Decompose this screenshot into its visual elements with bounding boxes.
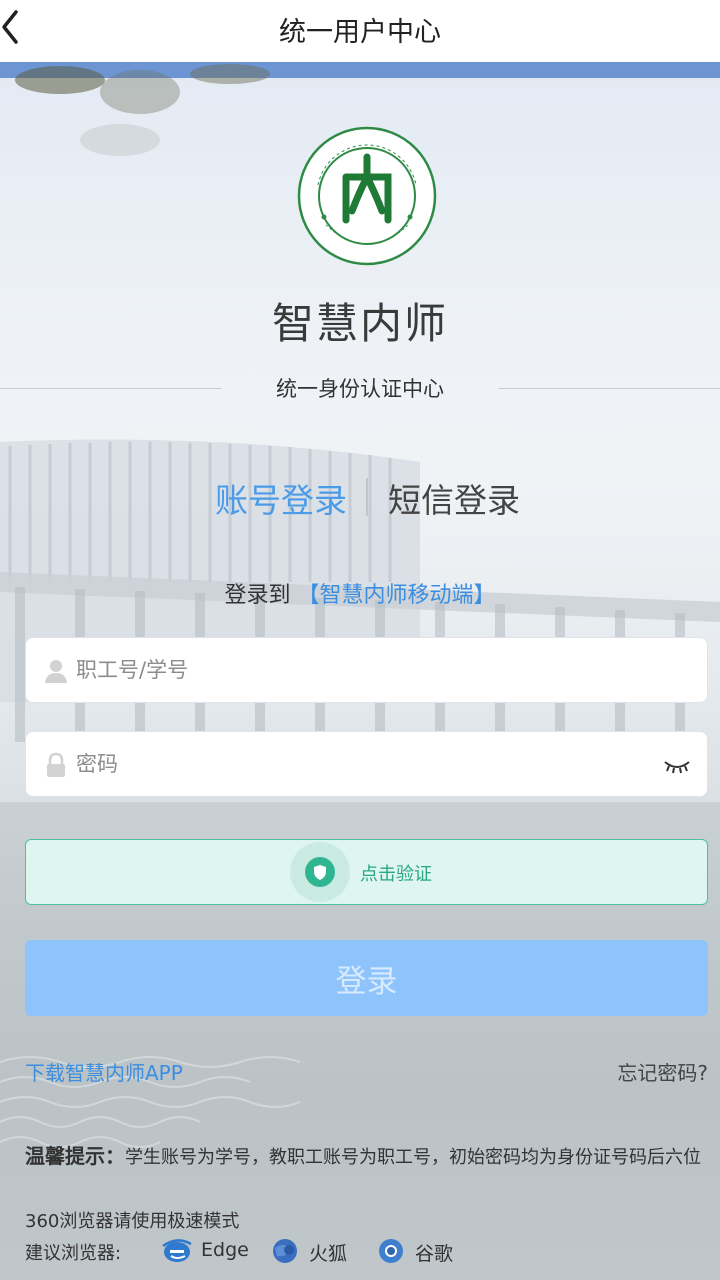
university-logo	[297, 126, 437, 266]
username-field	[25, 637, 708, 703]
login-target: 登录到 【智慧内师移动端】	[0, 577, 720, 609]
tab-account-login[interactable]: 账号登录	[215, 474, 347, 522]
password-input[interactable]	[76, 732, 636, 796]
tab-divider	[366, 478, 368, 516]
login-target-app: 【智慧内师移动端】	[297, 583, 496, 608]
download-app-link[interactable]: 下载智慧内师APP	[25, 1057, 183, 1086]
lock-icon	[47, 752, 65, 777]
user-icon	[45, 660, 67, 683]
eye-closed-icon[interactable]	[663, 754, 691, 776]
login-target-prefix: 登录到	[224, 583, 291, 608]
tips-title: 温馨提示：	[25, 1144, 125, 1168]
browser-edge-name: Edge	[201, 1239, 249, 1261]
browser-chrome-name: 谷歌	[415, 1243, 454, 1265]
tips-block: 温馨提示：学生账号为学号，教职工账号为职工号，初始密码均为身份证号码后六位	[25, 1140, 715, 1174]
forgot-password-link[interactable]: 忘记密码?	[617, 1057, 708, 1086]
tab-sms-login[interactable]: 短信登录	[388, 474, 520, 522]
browser-firefox-name: 火狐	[309, 1243, 348, 1265]
captcha-label: 点击验证	[360, 864, 432, 885]
shield-icon	[305, 857, 335, 887]
browser-note: 360浏览器请使用极速模式	[25, 1211, 240, 1232]
top-navbar: 统一用户中心	[0, 0, 720, 62]
browsers-label: 建议浏览器:	[25, 1243, 122, 1264]
username-input[interactable]	[76, 638, 636, 702]
captcha-verify-button[interactable]: 点击验证	[25, 839, 708, 905]
page-title: 统一用户中心	[279, 17, 441, 48]
subtitle: 统一身份认证中心	[276, 377, 444, 401]
brand-name: 智慧内师	[271, 299, 448, 348]
chrome-icon	[379, 1239, 403, 1263]
tips-text: 学生账号为学号，教职工账号为职工号，初始密码均为身份证号码后六位	[125, 1147, 701, 1168]
password-field	[25, 731, 708, 797]
edge-icon	[162, 1239, 192, 1262]
firefox-icon	[273, 1239, 297, 1263]
login-button[interactable]: 登录	[25, 940, 708, 1016]
